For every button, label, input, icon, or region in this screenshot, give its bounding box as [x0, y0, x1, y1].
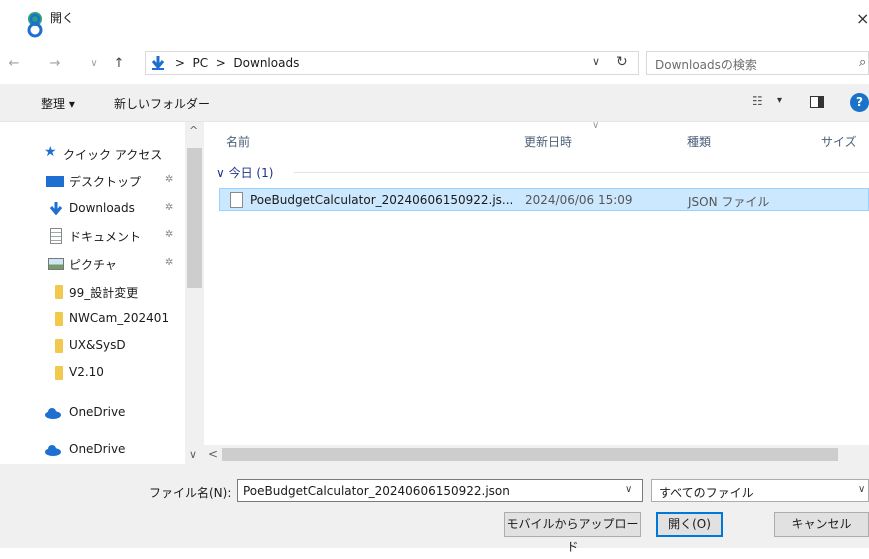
- download-arrow-icon: [151, 56, 165, 70]
- address-dropdown-icon[interactable]: ∨: [592, 55, 600, 68]
- up-button[interactable]: ↑: [110, 54, 128, 74]
- filename-label: ファイル名(N):: [149, 486, 232, 500]
- open-file-dialog: 開く × ← → ∨ ↑ > PC > Downloads ∨ ↻ Downlo…: [0, 0, 869, 554]
- onedrive-icon: [45, 445, 61, 456]
- star-icon: ★: [44, 144, 57, 160]
- scroll-down-icon[interactable]: ∨: [189, 448, 197, 461]
- pin-icon: ✲: [165, 202, 174, 213]
- scroll-up-icon[interactable]: ^: [189, 124, 198, 137]
- filetype-select[interactable]: すべてのファイル ∨: [651, 479, 869, 502]
- scroll-left-icon[interactable]: <: [208, 447, 218, 461]
- download-icon: [49, 202, 63, 216]
- filename-dropdown-icon[interactable]: ∨: [625, 484, 632, 495]
- scrollbar-thumb[interactable]: [187, 148, 202, 288]
- file-list-hscrollbar[interactable]: <: [204, 445, 869, 464]
- file-list: 名前 更新日時 ∨ 種類 サイズ ∨ 今日 (1) PoeBudgetCalcu…: [204, 120, 869, 464]
- desktop-icon: [46, 176, 64, 187]
- file-modified: 2024/06/06 15:09: [525, 193, 633, 207]
- window-title: 開く: [50, 11, 75, 25]
- sidebar-item-folder-v210[interactable]: V2.10: [0, 362, 185, 384]
- file-name: PoeBudgetCalculator_20240606150922.js...: [250, 193, 514, 207]
- sidebar-scrollbar[interactable]: ^ ∨: [185, 122, 204, 464]
- search-input[interactable]: Downloadsの検索 ⌕: [646, 51, 869, 75]
- pin-icon: ✲: [165, 257, 174, 268]
- sidebar-item-quick-access[interactable]: ★ クイック アクセス: [0, 143, 185, 165]
- app-logo-icon: [27, 12, 43, 38]
- address-path: > PC > Downloads: [171, 56, 300, 70]
- sidebar-item-folder-nwcam[interactable]: NWCam_202401: [0, 308, 185, 330]
- sort-indicator-icon: ∨: [592, 120, 600, 131]
- cancel-button[interactable]: キャンセル: [774, 512, 869, 537]
- file-type: JSON ファイル: [688, 195, 770, 209]
- sidebar-item-onedrive-2[interactable]: OneDrive: [0, 439, 185, 461]
- search-icon[interactable]: ⌕: [859, 55, 866, 70]
- sidebar-item-pictures[interactable]: ピクチャ ✲: [0, 253, 185, 275]
- back-button[interactable]: ←: [5, 54, 23, 74]
- column-size[interactable]: サイズ: [821, 133, 857, 150]
- search-placeholder: Downloadsの検索: [655, 58, 757, 72]
- filetype-value: すべてのファイル: [659, 486, 754, 500]
- sidebar-item-folder-99[interactable]: 99_設計変更: [0, 281, 185, 303]
- folder-icon: [55, 312, 63, 326]
- sidebar-item-downloads[interactable]: Downloads ✲: [0, 198, 185, 220]
- pin-icon: ✲: [165, 229, 174, 240]
- group-divider: [294, 172, 869, 173]
- help-icon[interactable]: ?: [850, 93, 869, 112]
- title-bar: 開く ×: [0, 0, 869, 42]
- picture-icon: [48, 258, 64, 270]
- recent-locations-button[interactable]: ∨: [85, 54, 103, 74]
- column-name[interactable]: 名前: [226, 133, 250, 150]
- folder-icon: [55, 366, 63, 380]
- filename-input[interactable]: PoeBudgetCalculator_20240606150922.json …: [237, 479, 643, 502]
- column-modified[interactable]: 更新日時: [524, 133, 572, 150]
- folder-icon: [55, 339, 63, 353]
- sidebar-item-documents[interactable]: ドキュメント ✲: [0, 225, 185, 247]
- folder-icon: [55, 285, 63, 299]
- sidebar-item-onedrive-1[interactable]: OneDrive: [0, 402, 185, 424]
- refresh-icon[interactable]: ↻: [616, 54, 628, 70]
- navigation-pane: ★ クイック アクセス デスクトップ ✲ Downloads ✲ ドキュメント …: [0, 122, 204, 464]
- preview-pane-icon[interactable]: [810, 96, 824, 108]
- hscrollbar-thumb[interactable]: [222, 448, 838, 461]
- upload-from-mobile-button[interactable]: モバイルからアップロード: [504, 512, 641, 554]
- group-header-today[interactable]: ∨ 今日 (1): [216, 164, 273, 181]
- sidebar-item-folder-uxsysd[interactable]: UX&SysD: [0, 335, 185, 357]
- file-row[interactable]: PoeBudgetCalculator_20240606150922.js...…: [219, 188, 869, 211]
- address-bar[interactable]: > PC > Downloads ∨ ↻: [145, 51, 639, 75]
- filetype-dropdown-icon: ∨: [858, 484, 866, 495]
- pin-icon: ✲: [165, 174, 174, 185]
- new-folder-button[interactable]: 新しいフォルダー: [114, 95, 210, 112]
- document-icon: [50, 228, 62, 244]
- navigation-bar: ← → ∨ ↑ > PC > Downloads ∨ ↻ Downloadsの検…: [0, 50, 869, 78]
- view-options-icon[interactable]: ☷: [752, 94, 763, 108]
- onedrive-icon: [45, 408, 61, 419]
- close-button[interactable]: ×: [856, 4, 869, 34]
- organize-button[interactable]: 整理 ▾: [41, 95, 75, 112]
- dialog-footer: ファイル名(N): PoeBudgetCalculator_2024060615…: [0, 464, 869, 554]
- filename-value: PoeBudgetCalculator_20240606150922.json: [243, 484, 510, 498]
- sidebar-item-desktop[interactable]: デスクトップ ✲: [0, 170, 185, 192]
- column-type[interactable]: 種類: [687, 133, 711, 150]
- view-dropdown-icon[interactable]: ▾: [777, 95, 782, 106]
- open-button[interactable]: 開く(O): [656, 512, 723, 537]
- command-bar: 整理 ▾ 新しいフォルダー ☷ ▾ ?: [0, 84, 869, 122]
- forward-button[interactable]: →: [46, 54, 64, 74]
- file-icon: [230, 192, 243, 208]
